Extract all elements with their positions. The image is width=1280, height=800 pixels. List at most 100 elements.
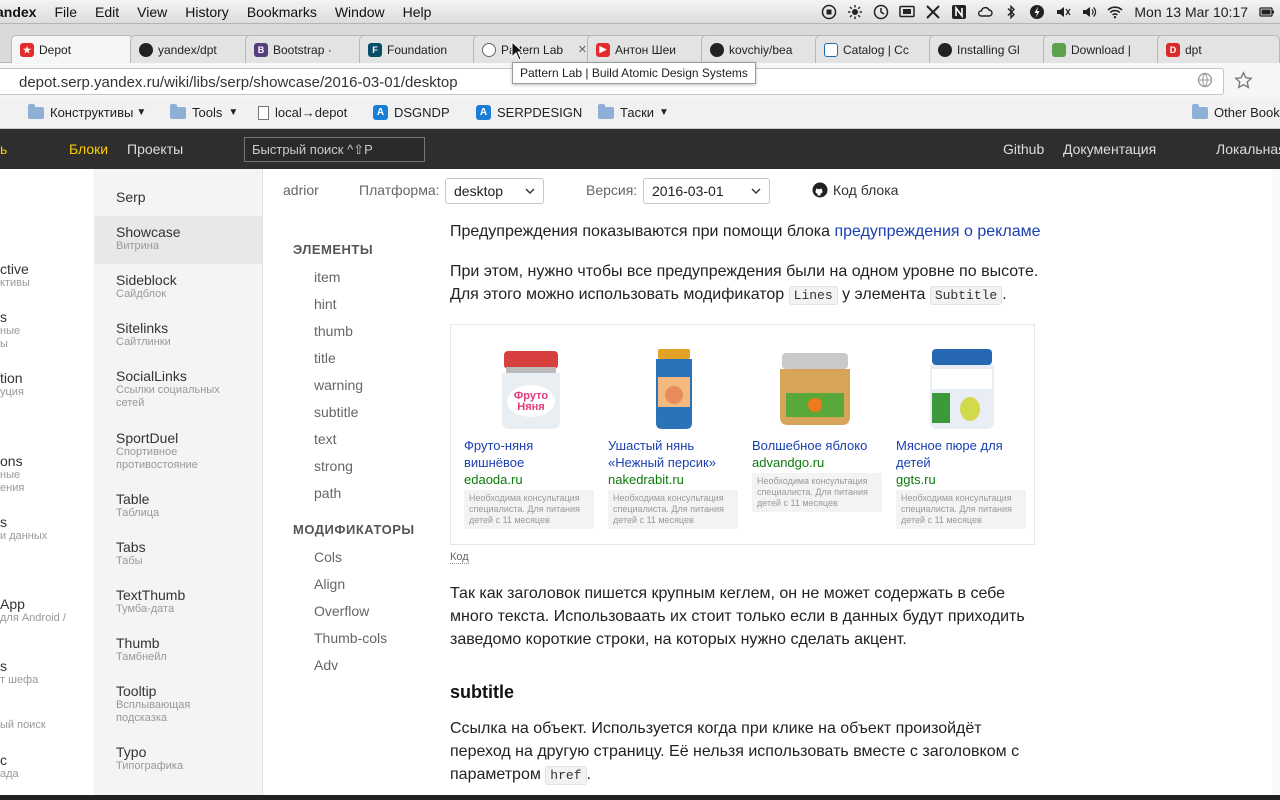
lib-item[interactable]: sи данных [0,514,47,542]
wifi-icon[interactable] [1107,4,1123,20]
version-select[interactable]: 2016-03-01 [643,178,770,204]
sidebar-item-textthumb[interactable]: TextThumb Тумба-дата [95,587,262,616]
menubar-clock[interactable]: Mon 13 Mar 10:17 [1134,4,1248,20]
tab-bootstrap[interactable]: B Bootstrap · [245,35,367,63]
mute-icon[interactable] [1055,4,1071,20]
bookmark-folder-taski[interactable]: Таски ▼ [598,103,669,120]
tab-installing[interactable]: Installing Gl [929,35,1051,63]
menu-app-name[interactable]: andex [0,4,45,20]
menu-window[interactable]: Window [326,4,394,20]
toc-item[interactable]: text [314,431,337,447]
lib-item[interactable]: ctive ктивы [0,261,30,289]
showcase-item[interactable]: Ушастый нянь «Нежный персик» nakedrabit.r… [608,339,738,529]
toc-item[interactable]: Cols [314,549,342,565]
sidebar-item-showcase[interactable]: Showcase Витрина [95,216,262,264]
toc-item[interactable]: warning [314,377,363,393]
tab-kovchiy[interactable]: kovchiy/bea [701,35,823,63]
product-thumb[interactable] [752,339,882,431]
tools-icon[interactable] [925,4,941,20]
sidebar-item-typo[interactable]: Typo Типографика [95,744,262,773]
block-code-link[interactable]: Код блока [812,182,898,198]
bluetooth-icon[interactable] [1003,4,1019,20]
showcase-item[interactable]: Фруто Няня Фруто-няня вишнёвое edaoda.ru Н… [464,339,594,529]
code-toggle-link[interactable]: Код [450,551,469,564]
product-thumb[interactable] [896,339,1026,431]
menu-edit[interactable]: Edit [86,4,128,20]
toc-item[interactable]: Overflow [314,603,369,619]
nav-docs[interactable]: Документация [1063,141,1156,157]
tab-depot[interactable]: ★ Depot [11,35,133,64]
sidebar-item-thumb[interactable]: Thumb Тамбнейл [95,635,262,664]
toc-item[interactable]: item [314,269,340,285]
cloud-icon[interactable] [977,4,993,20]
sidebar-item-tabs[interactable]: Tabs Табы [95,539,262,568]
showcase-item-title[interactable]: Фруто-няня вишнёвое [464,437,594,471]
tab-dpt[interactable]: Ddpt [1157,35,1280,63]
url-text[interactable]: depot.serp.yandex.ru/wiki/libs/serp/show… [19,74,458,91]
sidebar-item-serp[interactable]: Serp [95,189,262,205]
bookmark-folder-tools[interactable]: Tools ▼ [170,103,238,120]
platform-select[interactable]: desktop [445,178,544,204]
lib-item[interactable]: c ада [0,752,19,780]
nav-projects[interactable]: Проекты [127,141,183,157]
page-info-icon[interactable] [1197,72,1213,88]
menu-view[interactable]: View [128,4,176,20]
showcase-item-site[interactable]: advandgo.ru [752,455,882,470]
bookmark-folder-konstruktivy[interactable]: Конструктивы ▼ [28,103,146,120]
nav-partial-item[interactable]: ь [0,141,7,157]
toc-item[interactable]: title [314,350,336,366]
showcase-item[interactable]: Мясное пюре для детей ggts.ru Необходима … [896,339,1026,529]
close-tab-icon[interactable]: ✕ [578,43,587,56]
sidebar-item-sociallinks[interactable]: SocialLinks Ссылки социальных сетей [95,368,262,410]
tab-catalog[interactable]: Catalog | Cc [815,35,937,63]
power-icon[interactable] [1029,4,1045,20]
toc-item[interactable]: thumb [314,323,353,339]
toc-item[interactable]: Thumb-cols [314,630,387,646]
showcase-item-site[interactable]: edaoda.ru [464,472,594,487]
tab-youtube[interactable]: ▶ Антон Шеи [587,35,709,63]
showcase-item[interactable]: Волшебное яблоко advandgo.ru Необходима … [752,339,882,512]
ad-warning-link[interactable]: предупреждения о рекламе [834,223,1040,240]
lib-item[interactable]: tion уция [0,370,24,398]
sidebar-item-tooltip[interactable]: Tooltip Всплывающая подсказка [95,683,262,725]
nav-blocks[interactable]: Блоки [69,141,108,157]
showcase-item-title[interactable]: Волшебное яблоко [752,437,882,454]
toc-item[interactable]: Adv [314,657,338,673]
quick-search-input[interactable]: Быстрый поиск ^⇧P [244,137,425,162]
lib-item[interactable]: ons ные ения [0,453,24,495]
app-n-icon[interactable] [951,4,967,20]
volume-icon[interactable] [1081,4,1097,20]
tab-foundation[interactable]: F Foundation [359,35,481,63]
showcase-item-site[interactable]: ggts.ru [896,472,1026,487]
bookmark-other[interactable]: Other Book [1192,103,1280,120]
showcase-item-site[interactable]: nakedrabit.ru [608,472,738,487]
scrollbar-track[interactable] [1272,169,1280,800]
tab-yandex-dpt[interactable]: yandex/dpt [130,35,252,63]
display-icon[interactable] [899,4,916,20]
lib-item[interactable]: ый поиск [0,719,46,731]
record-icon[interactable] [821,4,837,20]
tab-pattern-lab[interactable]: Pattern Lab ✕ [473,35,595,63]
menu-help[interactable]: Help [394,4,441,20]
bookmark-serpdesign[interactable]: A SERPDESIGN [476,105,582,120]
battery-icon[interactable] [1259,4,1275,20]
toc-item[interactable]: strong [314,458,353,474]
nav-github[interactable]: Github [1003,141,1044,157]
sidebar-item-sitelinks[interactable]: Sitelinks Сайтлинки [95,320,262,349]
menu-file[interactable]: File [45,4,86,20]
brightness-icon[interactable] [847,4,863,20]
time-machine-icon[interactable] [873,4,889,20]
product-thumb[interactable] [608,339,738,431]
menu-history[interactable]: History [176,4,238,20]
product-thumb[interactable]: Фруто Няня [464,339,594,431]
toc-item[interactable]: path [314,485,341,501]
toc-item[interactable]: subtitle [314,404,358,420]
lib-item[interactable]: sт шефа [0,658,38,686]
toc-item[interactable]: hint [314,296,337,312]
showcase-item-title[interactable]: Мясное пюре для детей [896,437,1026,471]
lib-item[interactable]: s ные ы [0,309,20,351]
bookmark-local-depot[interactable]: local→depot [258,105,347,120]
toc-item[interactable]: Align [314,576,345,592]
nav-local[interactable]: Локальная [1216,141,1280,157]
menu-bookmarks[interactable]: Bookmarks [238,4,326,20]
